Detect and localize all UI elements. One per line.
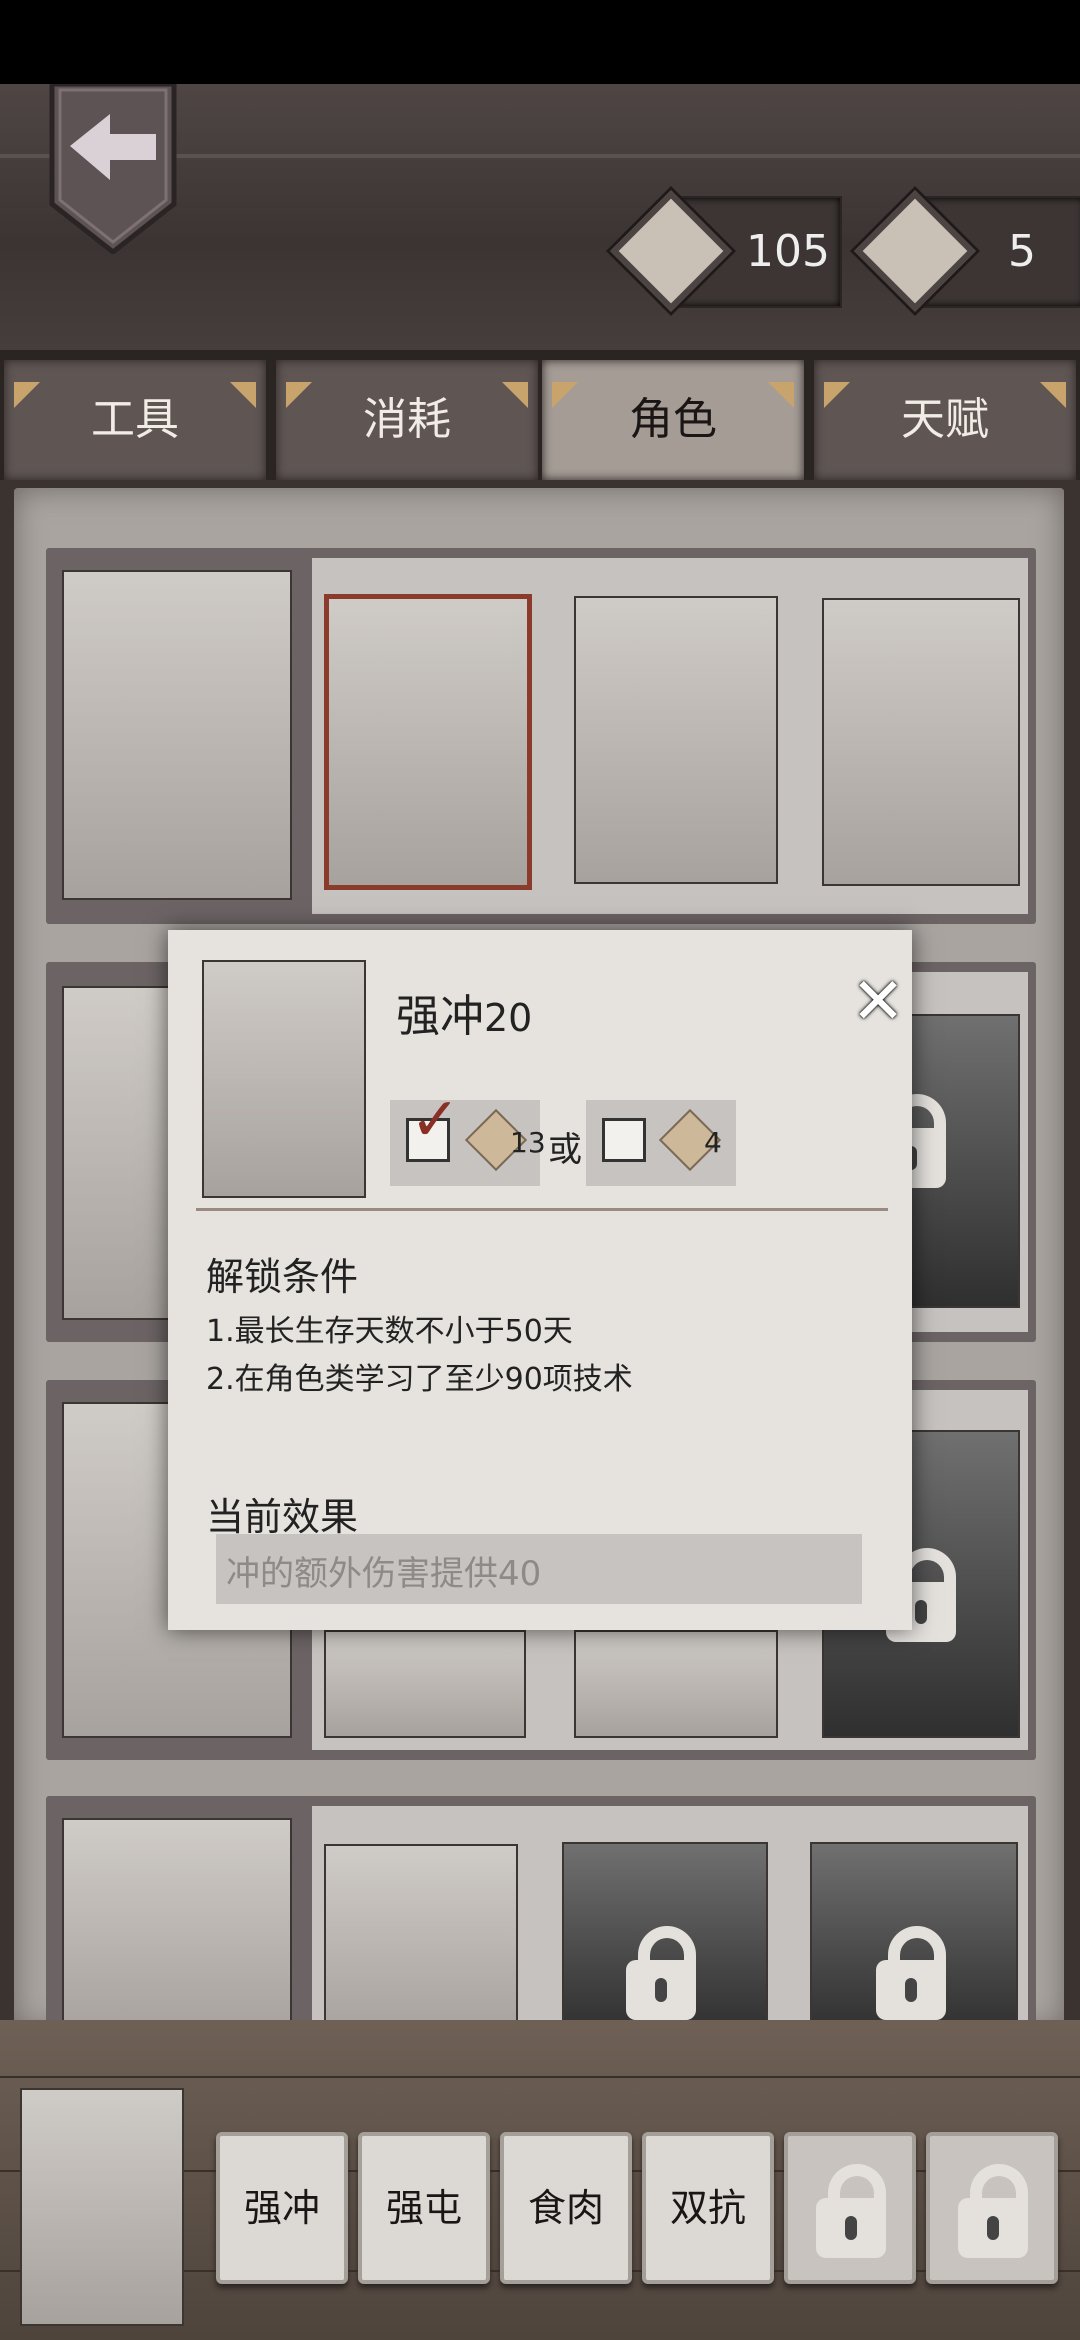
skill-charge-button[interactable]: 强冲 (216, 2132, 348, 2284)
card-stack-currency: 5 (854, 190, 1080, 312)
skill-name: 强冲 (396, 991, 484, 1042)
lock-icon (626, 1926, 696, 2020)
skill-label: 强冲 (243, 2186, 320, 2230)
lock-icon (816, 2164, 886, 2258)
skill-title: 强冲20 (396, 980, 532, 1044)
character-bandana-portrait[interactable] (324, 594, 532, 890)
tab-characters[interactable]: 角色 (542, 360, 804, 480)
divider (196, 1208, 888, 1211)
checkmark-icon: ✓ (410, 1085, 461, 1155)
popup-character-portrait (202, 960, 366, 1198)
skill-detail-popup: 强冲20 ✕ ✓ 13 或 4 解锁条件 1.最长生存天数不小于50天 2.在角… (168, 930, 912, 1630)
tab-talents[interactable]: 天赋 (814, 360, 1076, 480)
tab-label: 角色 (629, 394, 717, 445)
lock-icon (876, 1926, 946, 2020)
current-character-portrait[interactable] (20, 2088, 184, 2326)
cost-amount: 13 (510, 1126, 546, 1159)
skill-carnivore-button[interactable]: 食肉 (500, 2132, 632, 2284)
skill-locked-button[interactable] (784, 2132, 916, 2284)
card-stack-count: 5 (1008, 226, 1036, 277)
tab-label: 消耗 (363, 394, 451, 445)
condition-item: 2.在角色类学习了至少90项技术 (206, 1362, 633, 1397)
effect-box: 冲的额外伤害提供40 (216, 1534, 862, 1604)
cost-option-card-stack[interactable]: 4 (586, 1100, 736, 1186)
character-goggles-portrait[interactable] (324, 1844, 518, 2036)
back-arrow-icon (49, 84, 177, 254)
character-long-hair-portrait[interactable] (574, 1630, 778, 1738)
character-locked-portrait[interactable] (810, 1842, 1018, 2036)
tab-label: 天赋 (901, 394, 989, 445)
checkbox[interactable] (602, 1118, 646, 1162)
character-row (46, 548, 1036, 924)
unlock-heading: 解锁条件 (206, 1255, 359, 1299)
character-sunglasses-portrait[interactable] (62, 1818, 292, 2036)
skill-level: 20 (484, 996, 533, 1040)
character-chef-portrait[interactable] (62, 570, 292, 900)
skill-label: 食肉 (527, 2186, 604, 2230)
skill-locked-button[interactable] (926, 2132, 1058, 2284)
card-count: 105 (746, 226, 830, 277)
lock-icon (958, 2164, 1028, 2258)
close-icon: ✕ (851, 965, 905, 1039)
character-scarf-portrait[interactable] (324, 1630, 526, 1738)
cost-amount: 4 (704, 1126, 722, 1159)
effect-heading: 当前效果 (206, 1495, 359, 1539)
close-button[interactable]: ✕ (848, 970, 908, 1034)
skill-label: 强屯 (385, 2186, 462, 2230)
character-hat-portrait[interactable] (574, 596, 778, 884)
skill-hoard-button[interactable]: 强屯 (358, 2132, 490, 2284)
condition-item: 1.最长生存天数不小于50天 (206, 1314, 573, 1349)
skill-dual-resist-button[interactable]: 双抗 (642, 2132, 774, 2284)
or-label: 或 (548, 1130, 582, 1170)
card-currency: 105 (610, 190, 842, 312)
status-bar (0, 0, 1080, 84)
character-row (46, 1796, 1036, 2036)
tab-label: 工具 (91, 394, 179, 445)
tab-tools[interactable]: 工具 (4, 360, 266, 480)
back-button[interactable] (48, 84, 178, 254)
skill-label: 双抗 (669, 2186, 746, 2230)
character-fur-hat-portrait[interactable] (822, 598, 1020, 886)
character-locked-portrait[interactable] (562, 1842, 768, 2036)
tab-consumables[interactable]: 消耗 (276, 360, 538, 480)
effect-text: 冲的额外伤害提供40 (226, 1554, 542, 1594)
category-tabs: 工具 消耗 角色 天赋 (0, 350, 1080, 480)
cost-option-cards[interactable]: ✓ 13 (390, 1090, 546, 1186)
